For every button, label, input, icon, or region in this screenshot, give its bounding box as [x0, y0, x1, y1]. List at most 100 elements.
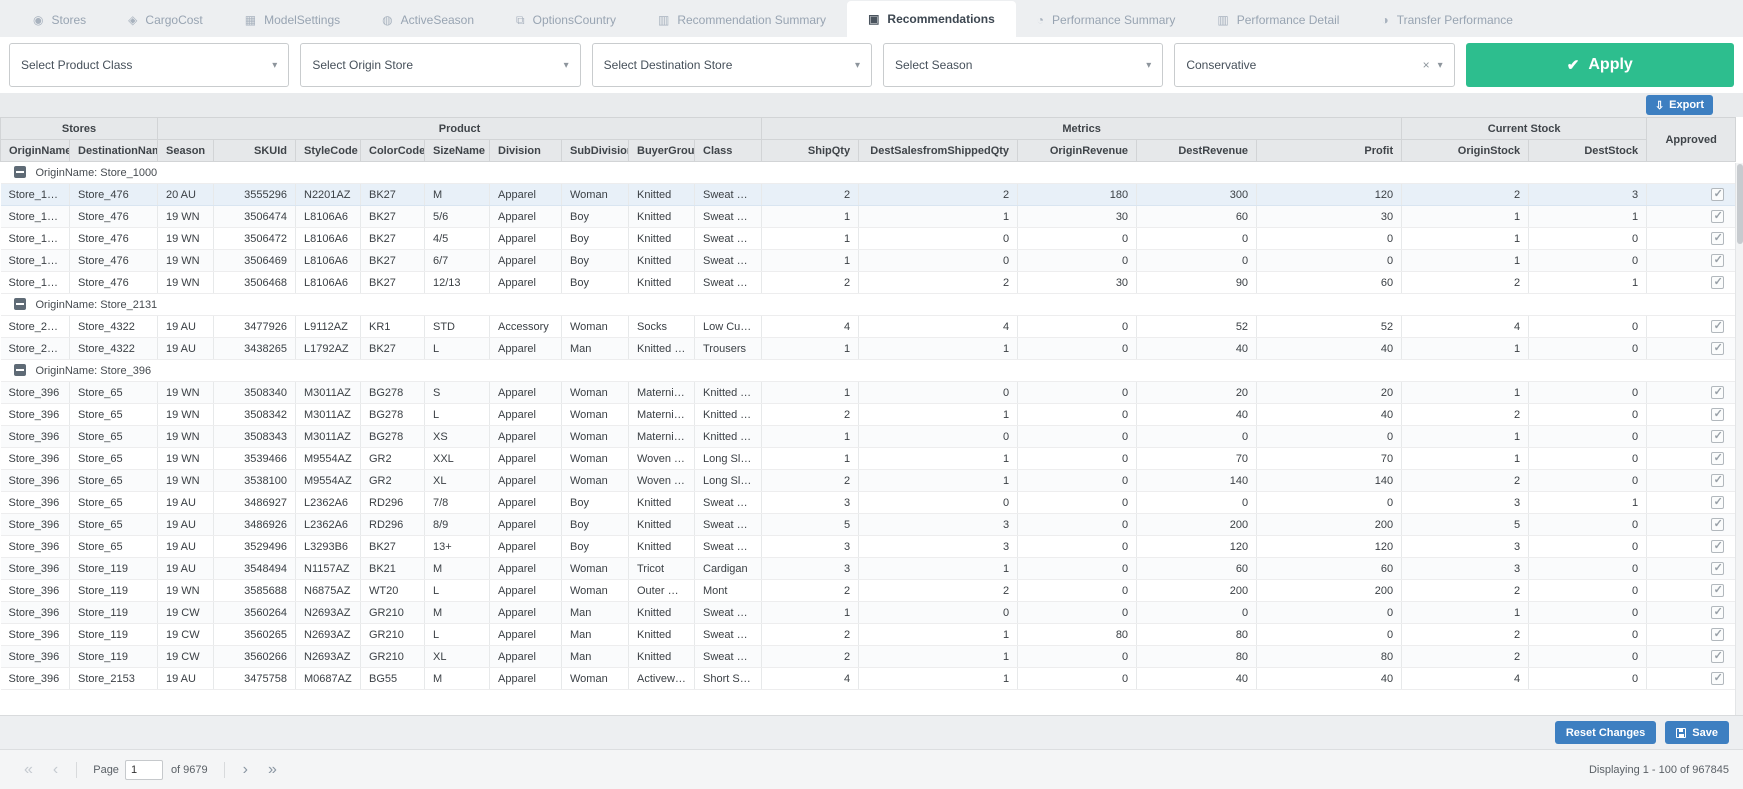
- column-header[interactable]: OriginRevenue: [1017, 139, 1138, 162]
- approved-checkbox[interactable]: [1711, 451, 1725, 465]
- previous-page-icon[interactable]: ‹: [43, 761, 68, 778]
- vertical-scrollbar[interactable]: [1735, 163, 1743, 715]
- approved-checkbox[interactable]: [1711, 671, 1725, 685]
- table-row[interactable]: Store_1000 Store_476 20 AU 3555296 N2201AZ BK…: [0, 183, 1737, 206]
- first-page-icon[interactable]: «: [14, 761, 43, 778]
- tab-activeseason[interactable]: ◍ ActiveSeason: [361, 3, 495, 37]
- cell: Store_1000: [0, 205, 70, 228]
- approved-checkbox[interactable]: [1711, 583, 1725, 597]
- chevron-down-icon[interactable]: ▾: [855, 60, 860, 71]
- next-page-icon[interactable]: ›: [233, 761, 258, 778]
- column-header[interactable]: DestStock: [1528, 139, 1648, 162]
- approved-checkbox[interactable]: [1711, 649, 1725, 663]
- tab-transfer-performance[interactable]: ◑ Transfer Performance: [1360, 3, 1534, 37]
- column-header[interactable]: SubDivision: [561, 139, 629, 162]
- tab-cargocost[interactable]: ◈ CargoCost: [107, 3, 224, 37]
- table-row[interactable]: Store_396 Store_65 19 WN 3539466 M9554AZ GR2 X…: [0, 447, 1737, 470]
- page-input[interactable]: [124, 759, 163, 780]
- approved-checkbox[interactable]: [1711, 473, 1725, 487]
- save-button[interactable]: Save: [1665, 721, 1729, 744]
- table-row[interactable]: Store_1000 Store_476 19 WN 3506472 L8106A6 BK…: [0, 227, 1737, 250]
- origin-store-select[interactable]: Select Origin Store ▾: [300, 43, 581, 87]
- tab-modelsettings[interactable]: ▦ ModelSettings: [224, 3, 361, 37]
- season-select[interactable]: Select Season ▾: [882, 43, 1164, 87]
- tab-stores[interactable]: ◉ Stores: [12, 3, 107, 37]
- chevron-down-icon[interactable]: ▾: [1438, 60, 1443, 71]
- table-row[interactable]: Store_396 Store_65 19 AU 3486926 L2362A6 RD29…: [0, 513, 1737, 536]
- approved-checkbox[interactable]: [1711, 517, 1725, 531]
- table-row[interactable]: Store_396 Store_65 19 WN 3538100 M9554AZ GR2 X…: [0, 469, 1737, 492]
- tab-performance-summary[interactable]: ◔ Performance Summary: [1016, 3, 1197, 37]
- table-row[interactable]: Store_396 Store_119 19 AU 3548494 N1157AZ BK2…: [0, 557, 1737, 580]
- column-header[interactable]: Season: [157, 139, 214, 162]
- chevron-down-icon[interactable]: ▾: [272, 60, 277, 71]
- table-row[interactable]: Store_396 Store_119 19 WN 3585688 N6875AZ WT2…: [0, 579, 1737, 602]
- collapse-icon[interactable]: [13, 166, 26, 178]
- table-row[interactable]: Store_396 Store_119 19 CW 3560264 N2693AZ GR2…: [0, 601, 1737, 624]
- column-header[interactable]: Profit: [1256, 139, 1403, 162]
- approved-checkbox[interactable]: [1711, 605, 1725, 619]
- table-row[interactable]: Store_396 Store_65 19 WN 3508340 M3011AZ BG27…: [0, 381, 1737, 404]
- column-header[interactable]: SizeName: [424, 139, 490, 162]
- cell: 2: [1401, 623, 1530, 646]
- clear-icon[interactable]: ×: [1423, 58, 1430, 72]
- table-row[interactable]: Store_396 Store_65 19 AU 3529496 L3293B6 BK27…: [0, 535, 1737, 558]
- approved-checkbox[interactable]: [1711, 187, 1725, 201]
- table-row[interactable]: Store_396 Store_119 19 CW 3560266 N2693AZ GR2…: [0, 645, 1737, 668]
- tab-optionscountry[interactable]: ⧉ OptionsCountry: [495, 3, 637, 37]
- table-row[interactable]: Store_396 Store_65 19 WN 3508343 M3011AZ BG27…: [0, 425, 1737, 448]
- approved-checkbox[interactable]: [1711, 275, 1725, 289]
- destination-store-select[interactable]: Select Destination Store ▾: [591, 43, 872, 87]
- last-page-icon[interactable]: »: [258, 761, 287, 778]
- column-header[interactable]: Class: [693, 139, 763, 162]
- approved-checkbox[interactable]: [1711, 627, 1725, 641]
- collapse-icon[interactable]: [13, 364, 26, 376]
- approved-checkbox[interactable]: [1711, 407, 1725, 421]
- tab-recommendations[interactable]: ▣ Recommendations: [847, 1, 1016, 37]
- column-header[interactable]: StyleCode: [295, 139, 361, 162]
- approved-checkbox[interactable]: [1711, 429, 1725, 443]
- column-header[interactable]: SKUId: [213, 139, 296, 162]
- collapse-icon[interactable]: [13, 298, 26, 310]
- column-header[interactable]: OriginName: [0, 139, 70, 162]
- scrollbar-thumb[interactable]: [1737, 164, 1743, 244]
- column-header[interactable]: ColorCode: [360, 139, 425, 162]
- column-header[interactable]: BuyerGroup: [628, 139, 695, 162]
- table-row[interactable]: Store_396 Store_2153 19 AU 3475758 M0687AZ BG…: [0, 667, 1737, 690]
- approved-checkbox[interactable]: [1711, 539, 1725, 553]
- column-header[interactable]: DestSalesfromShippedQty: [858, 139, 1019, 162]
- product-class-select[interactable]: Select Product Class ▾: [9, 43, 290, 87]
- approved-checkbox[interactable]: [1711, 209, 1725, 223]
- approved-checkbox[interactable]: [1711, 561, 1725, 575]
- column-header[interactable]: ShipQty: [761, 139, 860, 162]
- approved-checkbox[interactable]: [1711, 319, 1725, 333]
- cell: 1: [858, 645, 1019, 668]
- chevron-down-icon[interactable]: ▾: [1146, 60, 1151, 71]
- approved-checkbox[interactable]: [1711, 385, 1725, 399]
- reset-changes-button[interactable]: Reset Changes: [1554, 721, 1657, 744]
- approved-checkbox[interactable]: [1711, 231, 1725, 245]
- column-header[interactable]: OriginStock: [1401, 139, 1530, 162]
- column-header[interactable]: DestRevenue: [1136, 139, 1258, 162]
- approved-checkbox[interactable]: [1711, 253, 1725, 267]
- table-row[interactable]: Store_396 Store_65 19 WN 3508342 M3011AZ BG27…: [0, 403, 1737, 426]
- tab-performance-detail[interactable]: ▥ Performance Detail: [1196, 3, 1360, 37]
- table-row[interactable]: Store_1000 Store_476 19 WN 3506474 L8106A6 BK…: [0, 205, 1737, 228]
- export-button[interactable]: ⇩ Export: [1645, 95, 1713, 115]
- table-row[interactable]: Store_396 Store_119 19 CW 3560265 N2693AZ GR2…: [0, 623, 1737, 646]
- table-row[interactable]: Store_396 Store_65 19 AU 3486927 L2362A6 RD29…: [0, 491, 1737, 514]
- table-row[interactable]: Store_1000 Store_476 19 WN 3506468 L8106A6 BK…: [0, 271, 1737, 294]
- column-header-approved[interactable]: Approved: [1646, 117, 1737, 162]
- apply-button[interactable]: ✔ Apply: [1465, 43, 1734, 87]
- column-header[interactable]: Division: [489, 139, 562, 162]
- approved-checkbox[interactable]: [1711, 341, 1725, 355]
- table-row[interactable]: Store_2131 Store_4322 19 AU 3477926 L9112AZ K…: [0, 315, 1737, 338]
- cell: KR1: [360, 315, 425, 338]
- column-header[interactable]: DestinationName: [69, 139, 158, 162]
- approved-checkbox[interactable]: [1711, 495, 1725, 509]
- tab-recommendation-summary[interactable]: ▥ Recommendation Summary: [637, 3, 847, 37]
- chevron-down-icon[interactable]: ▾: [564, 60, 569, 71]
- mode-select[interactable]: Conservative × ▾: [1174, 43, 1455, 87]
- table-row[interactable]: Store_2131 Store_4322 19 AU 3438265 L1792AZ B…: [0, 337, 1737, 360]
- table-row[interactable]: Store_1000 Store_476 19 WN 3506469 L8106A6 BK…: [0, 249, 1737, 272]
